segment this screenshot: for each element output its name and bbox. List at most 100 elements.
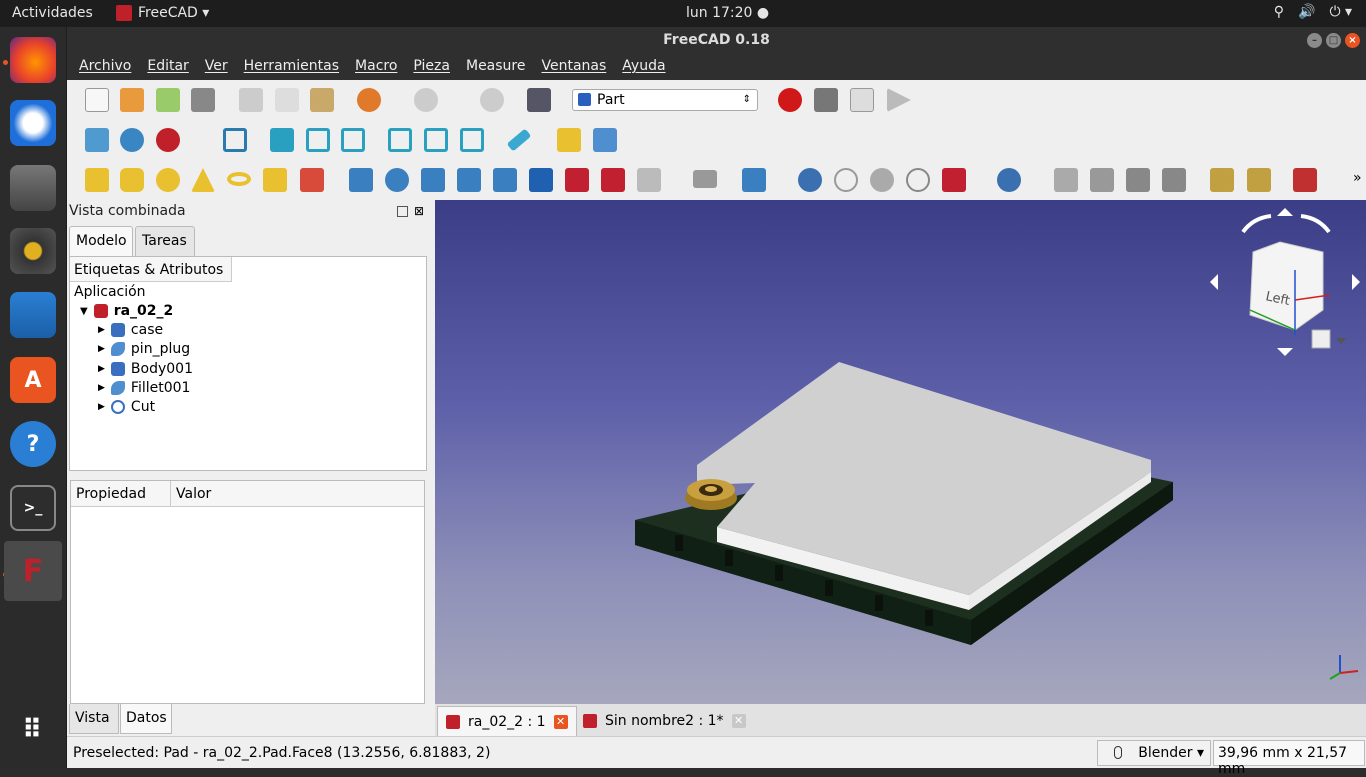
- cube-icon[interactable]: [85, 168, 109, 192]
- paste-icon[interactable]: [310, 88, 334, 112]
- menu-macro[interactable]: Macro: [347, 54, 405, 80]
- menu-pieza[interactable]: Pieza: [405, 54, 458, 80]
- tree-item[interactable]: ▶ Fillet001: [98, 380, 190, 396]
- open-file-icon[interactable]: [120, 88, 144, 112]
- workbench-selector[interactable]: Part ⇕: [572, 89, 758, 111]
- viewcube-menu-arrow-icon[interactable]: [1336, 338, 1346, 344]
- revolve-icon[interactable]: [385, 168, 409, 192]
- clock[interactable]: lun 17:20 ●: [686, 5, 769, 21]
- compound-icon[interactable]: [1054, 168, 1078, 192]
- tree-item[interactable]: ▶ case: [98, 322, 163, 338]
- cut-boolean-icon[interactable]: [834, 168, 858, 192]
- draw-style-icon[interactable]: [156, 128, 180, 152]
- tab-modelo[interactable]: Modelo: [69, 226, 133, 256]
- menu-editar[interactable]: Editar: [139, 54, 196, 80]
- navigation-style-selector[interactable]: Blender ▾: [1097, 740, 1211, 766]
- title-bar[interactable]: FreeCAD 0.18 – □ ×: [67, 27, 1366, 54]
- freecad-dock-icon[interactable]: F: [4, 541, 62, 601]
- loft-icon[interactable]: [601, 168, 625, 192]
- arrow-down-icon[interactable]: [1277, 348, 1293, 356]
- common-icon[interactable]: [906, 168, 930, 192]
- rotate-left-icon[interactable]: [1241, 214, 1272, 234]
- make-face-icon[interactable]: [529, 168, 553, 192]
- menu-ayuda[interactable]: Ayuda: [614, 54, 673, 80]
- tab-vista[interactable]: Vista: [69, 704, 119, 734]
- left-view-icon[interactable]: [460, 128, 484, 152]
- maximize-button[interactable]: □: [1326, 33, 1341, 48]
- tree-document[interactable]: ▼ ra_02_2: [80, 303, 173, 319]
- terminal-icon[interactable]: >_: [10, 485, 56, 531]
- arrow-right-icon[interactable]: [1352, 274, 1360, 290]
- tab-datos[interactable]: Datos: [120, 704, 172, 734]
- fillet-icon[interactable]: [457, 168, 481, 192]
- arrow-left-icon[interactable]: [1210, 274, 1218, 290]
- menu-ventanas[interactable]: Ventanas: [533, 54, 614, 80]
- split-icon[interactable]: [997, 168, 1021, 192]
- menu-herramientas[interactable]: Herramientas: [236, 54, 347, 80]
- new-file-icon[interactable]: [85, 88, 109, 112]
- part-icon[interactable]: [557, 128, 581, 152]
- stop-macro-icon[interactable]: [814, 88, 838, 112]
- rotate-right-icon[interactable]: [1300, 214, 1331, 234]
- print-icon[interactable]: [191, 88, 215, 112]
- record-macro-icon[interactable]: [778, 88, 802, 112]
- primitives-icon[interactable]: [263, 168, 287, 192]
- close-tab-icon[interactable]: ✕: [731, 714, 746, 728]
- menu-ver[interactable]: Ver: [197, 54, 236, 80]
- activities-button[interactable]: Actividades: [12, 5, 93, 21]
- copy-icon[interactable]: [275, 88, 299, 112]
- firefox-icon[interactable]: [10, 37, 56, 83]
- boolean-icon[interactable]: [798, 168, 822, 192]
- tree-item[interactable]: ▶ pin_plug: [98, 341, 190, 357]
- tree-item[interactable]: ▶ Cut: [98, 399, 155, 415]
- measure-distance-icon[interactable]: [506, 128, 532, 152]
- arrow-up-icon[interactable]: [1277, 208, 1293, 216]
- collapse-arrow-icon[interactable]: ▶: [98, 364, 105, 374]
- collapse-arrow-icon[interactable]: ▶: [98, 325, 105, 335]
- tree-item[interactable]: ▶ Body001: [98, 361, 193, 377]
- network-icon[interactable]: ⚲: [1274, 4, 1284, 20]
- right-view-icon[interactable]: [341, 128, 365, 152]
- defeaturing-icon[interactable]: [1126, 168, 1150, 192]
- doc-tab-ra-02-2[interactable]: ra_02_2 : 1 ✕: [437, 706, 577, 736]
- thickness-icon[interactable]: [1162, 168, 1186, 192]
- value-column-header[interactable]: Valor: [171, 481, 216, 506]
- software-icon[interactable]: A: [10, 357, 56, 403]
- shape-builder-icon[interactable]: [300, 168, 324, 192]
- expand-arrow-icon[interactable]: ▼: [80, 306, 88, 317]
- check-geometry-icon[interactable]: [1090, 168, 1114, 192]
- group-icon[interactable]: [593, 128, 617, 152]
- measure-clear-icon[interactable]: [1293, 168, 1317, 192]
- minimize-button[interactable]: –: [1307, 33, 1322, 48]
- cone-icon[interactable]: [191, 168, 215, 192]
- torus-icon[interactable]: [227, 172, 251, 186]
- float-panel-icon[interactable]: [397, 206, 408, 217]
- tree-header[interactable]: Etiquetas & Atributos: [70, 257, 232, 282]
- close-tab-icon[interactable]: ✕: [553, 714, 568, 729]
- measure-angular-icon[interactable]: [1247, 168, 1271, 192]
- edit-macro-icon[interactable]: [850, 88, 874, 112]
- close-panel-icon[interactable]: ⊠: [414, 204, 424, 218]
- redo-icon[interactable]: [414, 88, 438, 112]
- sweep-icon[interactable]: [637, 168, 661, 192]
- measure-linear-icon[interactable]: [1210, 168, 1234, 192]
- cylinder-icon[interactable]: [120, 168, 144, 192]
- viewcube-menu-icon[interactable]: [1311, 329, 1331, 349]
- sphere-icon[interactable]: [156, 168, 180, 192]
- mirror-icon[interactable]: [421, 168, 445, 192]
- tab-tareas[interactable]: Tareas: [135, 226, 195, 256]
- fit-selection-icon[interactable]: [120, 128, 144, 152]
- extrude-icon[interactable]: [349, 168, 373, 192]
- collapse-arrow-icon[interactable]: ▶: [98, 383, 105, 393]
- toolbar-overflow-icon[interactable]: »: [1353, 170, 1362, 186]
- rear-view-icon[interactable]: [388, 128, 412, 152]
- fuse-icon[interactable]: [870, 168, 894, 192]
- cross-section-icon[interactable]: [742, 168, 766, 192]
- front-view-icon[interactable]: [270, 128, 294, 152]
- join-features-icon[interactable]: [942, 168, 966, 192]
- chamfer-icon[interactable]: [493, 168, 517, 192]
- whats-this-icon[interactable]: [527, 88, 551, 112]
- writer-icon[interactable]: [10, 292, 56, 338]
- system-tray[interactable]: ⚲ 🔊 ⏻ ▾: [1274, 4, 1352, 20]
- navigation-cube[interactable]: Left: [1210, 208, 1360, 356]
